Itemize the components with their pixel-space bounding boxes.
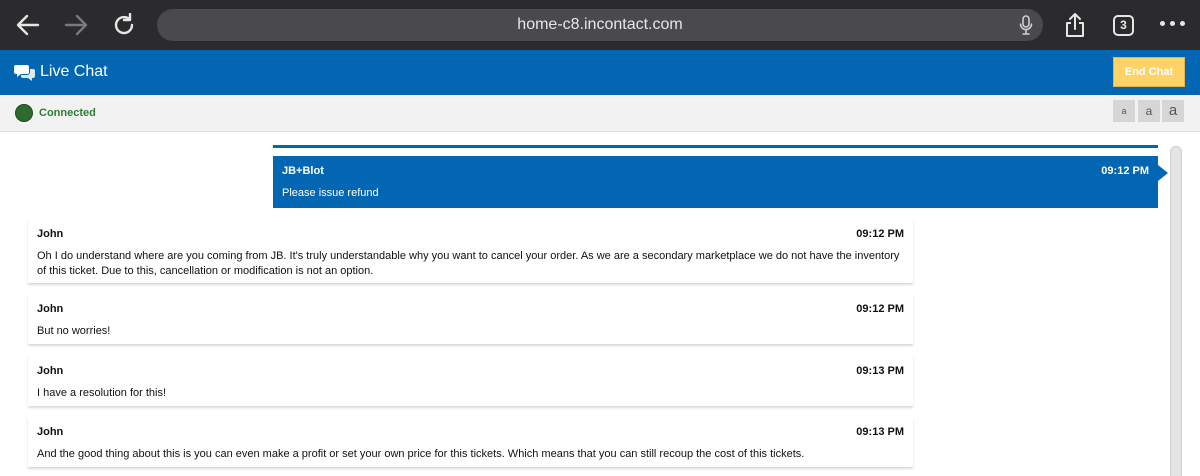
- share-icon: [1066, 13, 1084, 37]
- message-time: 09:13 PM: [856, 365, 904, 377]
- message-sender: John: [37, 365, 64, 377]
- message-incoming: John 09:13 PM And the good thing about t…: [28, 417, 913, 467]
- message-text: Please issue refund: [282, 187, 379, 199]
- message-text: And the good thing about this is you can…: [37, 448, 805, 460]
- page-title: Live Chat: [40, 63, 108, 80]
- chat-transcript[interactable]: JB+Blot 09:12 PM Please issue refund Joh…: [0, 132, 1200, 476]
- message-sender: JB+Blot: [282, 165, 324, 177]
- message-outgoing: JB+Blot 09:12 PM Please issue refund: [273, 156, 1168, 208]
- browser-toolbar: home-c8.incontact.com 3: [0, 0, 1200, 50]
- message-time: 09:12 PM: [1101, 165, 1149, 177]
- message-time: 09:12 PM: [856, 303, 904, 315]
- tab-count-button[interactable]: 3: [1113, 15, 1134, 36]
- divider: [273, 145, 1158, 148]
- address-bar[interactable]: home-c8.incontact.com: [157, 9, 1043, 41]
- more-menu-icon[interactable]: [1160, 21, 1186, 29]
- message-incoming: John 09:12 PM Oh I do understand where a…: [28, 219, 913, 283]
- message-text: I have a resolution for this!: [37, 387, 167, 399]
- reload-icon: [114, 13, 134, 35]
- message-incoming: John 09:12 PM But no worries!: [28, 294, 913, 344]
- chat-header: Live Chat: [0, 50, 1200, 95]
- message-incoming: John 09:13 PM I have a resolution for th…: [28, 356, 913, 406]
- chat-scrollbar[interactable]: [1170, 146, 1182, 476]
- message-text: But no worries!: [37, 325, 111, 337]
- share-button[interactable]: [1059, 9, 1091, 41]
- back-button[interactable]: [12, 9, 44, 41]
- status-bar: Connected a a a: [0, 95, 1200, 132]
- font-size-small-button[interactable]: a: [1113, 100, 1135, 122]
- font-size-large-button[interactable]: a: [1162, 100, 1184, 122]
- message-sender: John: [37, 228, 64, 240]
- reload-button[interactable]: [108, 9, 140, 41]
- end-chat-button[interactable]: End Chat: [1113, 57, 1185, 87]
- message-time: 09:12 PM: [856, 228, 904, 240]
- forward-button[interactable]: [60, 9, 92, 41]
- message-text: Oh I do understand where are you coming …: [37, 250, 900, 277]
- message-sender: John: [37, 426, 64, 438]
- url-text: home-c8.incontact.com: [517, 16, 683, 33]
- microphone-icon[interactable]: [1019, 15, 1033, 35]
- message-time: 09:13 PM: [856, 426, 904, 438]
- connection-status: Connected: [39, 107, 96, 119]
- message-sender: John: [37, 303, 64, 315]
- back-arrow-icon: [16, 14, 40, 36]
- chat-bubbles-icon: [14, 65, 35, 81]
- font-size-medium-button[interactable]: a: [1138, 100, 1160, 122]
- forward-arrow-icon: [64, 14, 88, 36]
- connected-indicator-icon: [15, 104, 33, 122]
